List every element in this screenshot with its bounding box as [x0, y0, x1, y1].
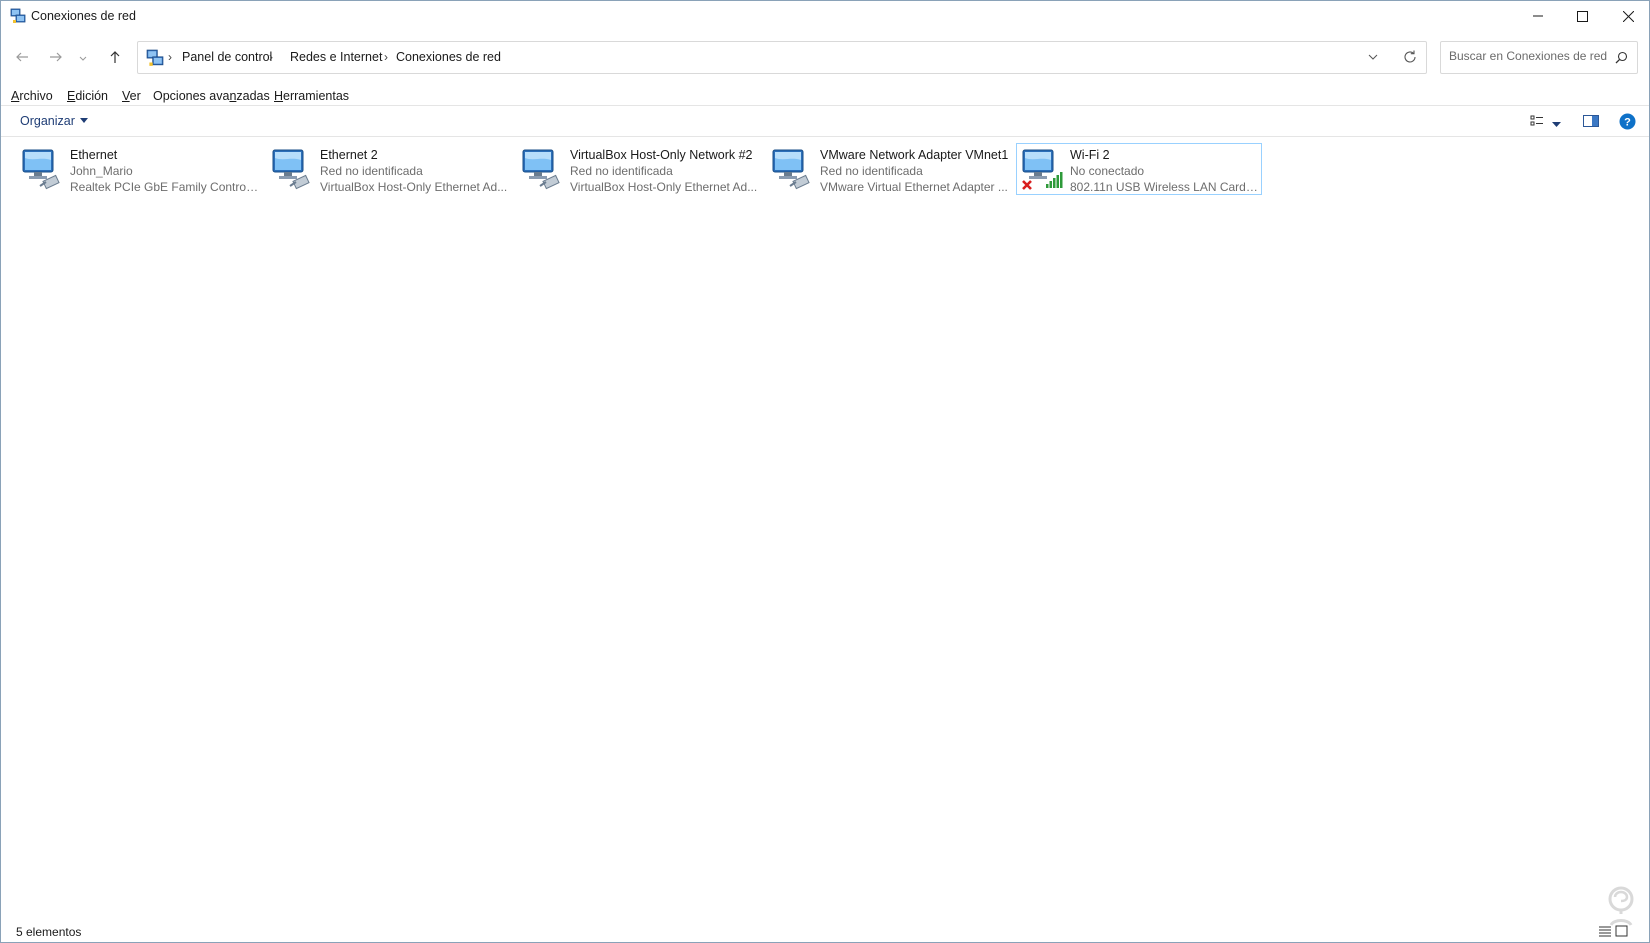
connection-tile-ethernet-2[interactable]: Ethernet 2 Red no identificada VirtualBo… — [266, 143, 512, 195]
back-button[interactable] — [10, 46, 34, 70]
recent-locations-button[interactable] — [75, 46, 91, 70]
connection-device: VirtualBox Host-Only Ethernet Ad... — [570, 180, 758, 194]
connection-status: Red no identificada — [320, 164, 423, 178]
connection-tile-ethernet[interactable]: Ethernet John_Mario Realtek PCIe GbE Fam… — [16, 143, 262, 195]
connection-status: Red no identificada — [570, 164, 673, 178]
connection-device: VirtualBox Host-Only Ethernet Ad... — [320, 180, 508, 194]
menu-label-part: er — [129, 89, 141, 103]
connection-tile-wi-fi-2[interactable]: Wi-Fi 2 No conectado 802.11n USB Wireles… — [1016, 143, 1262, 195]
network-connections-icon — [146, 49, 164, 67]
connection-name: Wi-Fi 2 — [1070, 148, 1110, 162]
connection-device: VMware Virtual Ethernet Adapter ... — [820, 180, 1008, 194]
change-view-button[interactable] — [1530, 114, 1544, 131]
search-input[interactable] — [1449, 49, 1609, 63]
maximize-icon — [1576, 10, 1588, 22]
command-bar: Organizar ? — [1, 105, 1649, 137]
close-icon — [1622, 10, 1634, 22]
breadcrumb-redes-e-internet[interactable]: Redes e Internet — [290, 50, 382, 64]
menu-access-key: V — [122, 89, 130, 103]
menu-label-part: rchivo — [19, 89, 53, 103]
up-button[interactable] — [103, 46, 127, 70]
search-box[interactable] — [1440, 41, 1638, 74]
watermark-logo — [1597, 885, 1645, 932]
address-history-button[interactable] — [1368, 50, 1378, 67]
preview-pane-button[interactable] — [1583, 114, 1599, 131]
breadcrumb-separator[interactable]: › — [168, 50, 172, 64]
breadcrumb-conexiones-de-red[interactable]: Conexiones de red — [396, 50, 501, 64]
status-bar: 5 elementos — [1, 921, 1649, 943]
svg-text:?: ? — [1624, 117, 1631, 129]
menu-edicion[interactable]: Edición — [67, 89, 108, 103]
menu-herramientas[interactable]: Herramientas — [274, 89, 349, 103]
connection-status: John_Mario — [70, 164, 133, 178]
menu-label-part: Opciones ava — [153, 89, 230, 103]
menu-ver[interactable]: Ver — [122, 89, 141, 103]
minimize-button[interactable] — [1515, 1, 1561, 31]
connection-status: No conectado — [1070, 164, 1145, 178]
search-icon[interactable] — [1615, 51, 1628, 67]
view-list-icon — [1530, 115, 1544, 131]
minimize-icon — [1533, 11, 1543, 21]
connection-tile-vmware-network-adapter-vmnet1[interactable]: VMware Network Adapter VMnet1 Red no ide… — [766, 143, 1012, 195]
help-button[interactable]: ? — [1619, 113, 1636, 133]
connection-status: Red no identificada — [820, 164, 923, 178]
menu-archivo[interactable]: Archivo — [11, 89, 53, 103]
connection-name: Ethernet — [70, 148, 118, 162]
network-connections-window: Conexiones de red › Panel de control › R… — [0, 0, 1650, 943]
connection-name: VirtualBox Host-Only Network #2 — [570, 148, 753, 162]
ethernet-adapter-icon — [770, 146, 814, 192]
ethernet-adapter-icon — [520, 146, 564, 192]
network-connections-icon — [10, 8, 26, 24]
chevron-down-icon — [1368, 53, 1378, 67]
caret-down-icon — [1552, 117, 1561, 131]
refresh-icon — [1402, 50, 1418, 68]
breadcrumb-separator[interactable]: › — [269, 50, 273, 64]
chevron-down-icon — [79, 51, 87, 65]
forward-button[interactable] — [44, 46, 68, 70]
close-button[interactable] — [1605, 1, 1650, 31]
connection-name: Ethernet 2 — [320, 148, 378, 162]
connection-device: Realtek PCIe GbE Family Controller — [70, 180, 260, 194]
connection-device: 802.11n USB Wireless LAN Card #2 — [1070, 180, 1260, 194]
more-views-button[interactable] — [1552, 117, 1561, 131]
preview-pane-icon — [1583, 115, 1599, 131]
maximize-button[interactable] — [1559, 1, 1605, 31]
window-title: Conexiones de red — [31, 9, 136, 23]
organize-button[interactable]: Organizar — [20, 114, 88, 128]
menu-opciones-avanzadas[interactable]: Opciones avanzadas — [153, 89, 270, 103]
breadcrumb-separator[interactable]: › — [384, 50, 388, 64]
menu-label-part: erramientas — [283, 89, 350, 103]
ethernet-adapter-icon — [270, 146, 314, 192]
menu-label-part: dición — [75, 89, 109, 103]
breadcrumb-panel-de-control[interactable]: Panel de control — [182, 50, 272, 64]
menu-label-part: zadas — [236, 89, 270, 103]
arrow-left-icon — [15, 50, 29, 67]
connection-tile-virtualbox-host-only-network-2[interactable]: VirtualBox Host-Only Network #2 Red no i… — [516, 143, 762, 195]
wifi-adapter-disconnected-icon — [1020, 146, 1064, 192]
item-count: 5 elementos — [16, 925, 82, 939]
ethernet-adapter-icon — [20, 146, 64, 192]
organize-label: Organizar — [20, 114, 75, 128]
arrow-up-icon — [108, 50, 122, 67]
title-bar[interactable]: Conexiones de red — [1, 1, 1649, 31]
help-icon: ? — [1619, 113, 1636, 133]
connection-name: VMware Network Adapter VMnet1 — [820, 148, 1009, 162]
refresh-button[interactable] — [1402, 49, 1418, 68]
menu-access-key: H — [274, 89, 284, 103]
arrow-right-icon — [49, 50, 63, 67]
caret-down-icon — [79, 118, 88, 123]
address-bar[interactable]: › Panel de control › Redes e Internet › … — [137, 41, 1427, 74]
